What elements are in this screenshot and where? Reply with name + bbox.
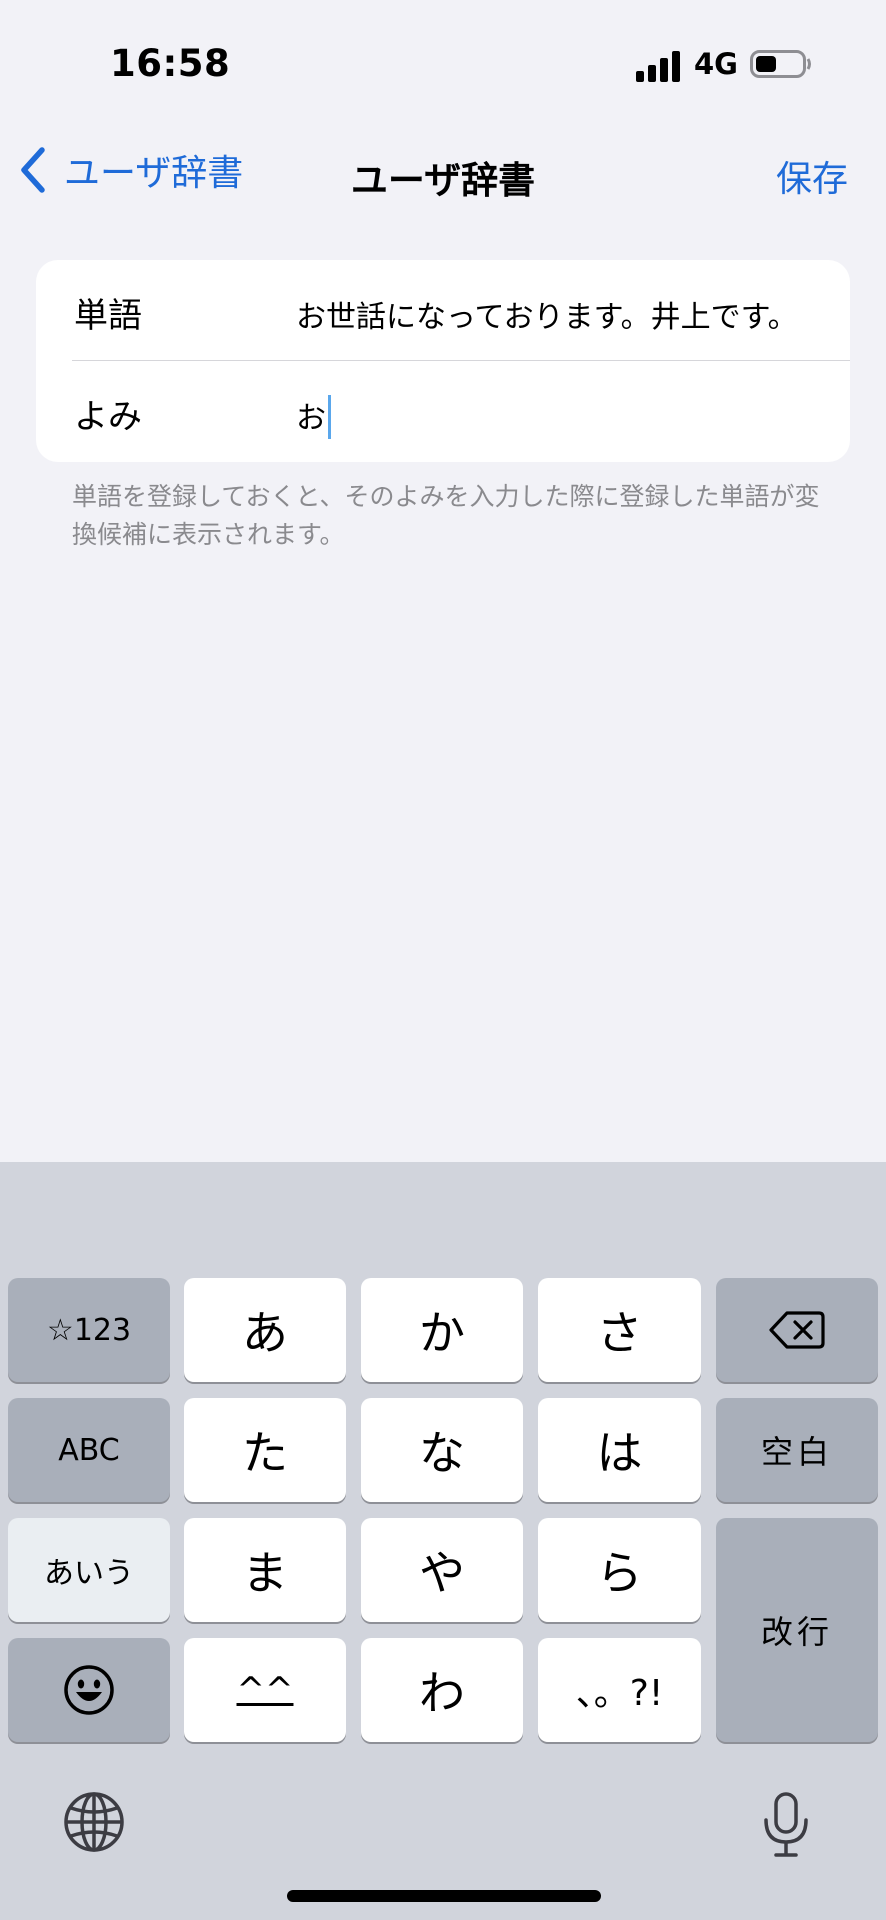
kaomoji-key-label: ^^ — [236, 1670, 294, 1710]
space-key[interactable]: 空白 — [716, 1398, 878, 1502]
key-a-label: あ — [242, 1306, 288, 1360]
word-label: 単語 — [74, 296, 142, 336]
save-button[interactable]: 保存 — [776, 150, 848, 202]
battery-icon — [750, 50, 811, 78]
reading-field-text: お — [296, 401, 326, 436]
key-ta[interactable]: た — [184, 1398, 346, 1502]
punctuation-key-label: 、。?! — [575, 1673, 664, 1714]
key-ya-label: や — [419, 1546, 465, 1600]
key-ha[interactable]: は — [538, 1398, 701, 1502]
kana-mode-key[interactable]: あいう — [8, 1518, 170, 1622]
status-time: 16:58 — [110, 42, 231, 85]
key-na[interactable]: な — [361, 1398, 523, 1502]
key-ra-label: ら — [596, 1546, 643, 1600]
reading-row[interactable]: よみ お — [36, 361, 850, 462]
microphone-icon[interactable] — [762, 1792, 810, 1858]
key-ya[interactable]: や — [361, 1518, 523, 1622]
key-ra[interactable]: ら — [538, 1518, 701, 1622]
punctuation-key[interactable]: 、。?! — [538, 1638, 701, 1742]
dictionary-entry-form: 単語 お世話になっております。井上です。 よみ お — [36, 260, 850, 462]
symbols-key-label: ☆123 — [46, 1312, 132, 1348]
key-ta-label: た — [242, 1426, 288, 1480]
space-key-label: 空白 — [760, 1433, 833, 1471]
key-ma[interactable]: ま — [184, 1518, 346, 1622]
key-sa[interactable]: さ — [538, 1278, 701, 1382]
delete-backward-icon — [769, 1311, 825, 1349]
return-key[interactable]: 改行 — [716, 1518, 878, 1742]
return-key-label: 改行 — [760, 1613, 833, 1651]
key-wa[interactable]: わ — [361, 1638, 523, 1742]
abc-key[interactable]: ABC — [8, 1398, 170, 1502]
helper-text: 単語を登録しておくと、そのよみを入力した際に登録した単語が変換候補に表示されます… — [72, 482, 820, 549]
kana-mode-key-label: あいう — [44, 1556, 134, 1591]
delete-key[interactable] — [716, 1278, 878, 1382]
reading-label: よみ — [74, 397, 142, 437]
cellular-signal-icon — [636, 51, 680, 82]
key-ma-label: ま — [242, 1546, 288, 1600]
key-ha-label: は — [596, 1426, 643, 1480]
word-field[interactable]: お世話になっております。井上です。 — [296, 292, 798, 336]
text-cursor — [328, 394, 331, 439]
key-na-label: な — [419, 1426, 465, 1480]
kaomoji-key[interactable]: ^^ — [184, 1638, 346, 1742]
emoji-key[interactable] — [8, 1638, 170, 1742]
globe-icon[interactable] — [62, 1790, 126, 1854]
abc-key-label: ABC — [58, 1432, 120, 1468]
home-indicator[interactable] — [287, 1890, 601, 1902]
key-a[interactable]: あ — [184, 1278, 346, 1382]
page-title: ユーザ辞書 — [350, 159, 536, 202]
word-row[interactable]: 単語 お世話になっております。井上です。 — [36, 260, 850, 361]
emoji-face-icon — [64, 1665, 114, 1715]
japanese-kana-keyboard: ☆123 あ か さ ABC た な は 空白 あいう ま や ら 改行 ^^ … — [0, 1162, 886, 1920]
navigation-bar: ユーザ辞書 ユーザ辞書 保存 — [0, 140, 886, 202]
key-wa-label: わ — [419, 1666, 465, 1720]
status-bar: 16:58 4G — [0, 0, 886, 120]
key-ka-label: か — [419, 1306, 465, 1360]
key-ka[interactable]: か — [361, 1278, 523, 1382]
key-sa-label: さ — [596, 1306, 643, 1360]
symbols-key[interactable]: ☆123 — [8, 1278, 170, 1382]
reading-field[interactable]: お — [296, 393, 331, 442]
network-type: 4G — [694, 47, 738, 81]
